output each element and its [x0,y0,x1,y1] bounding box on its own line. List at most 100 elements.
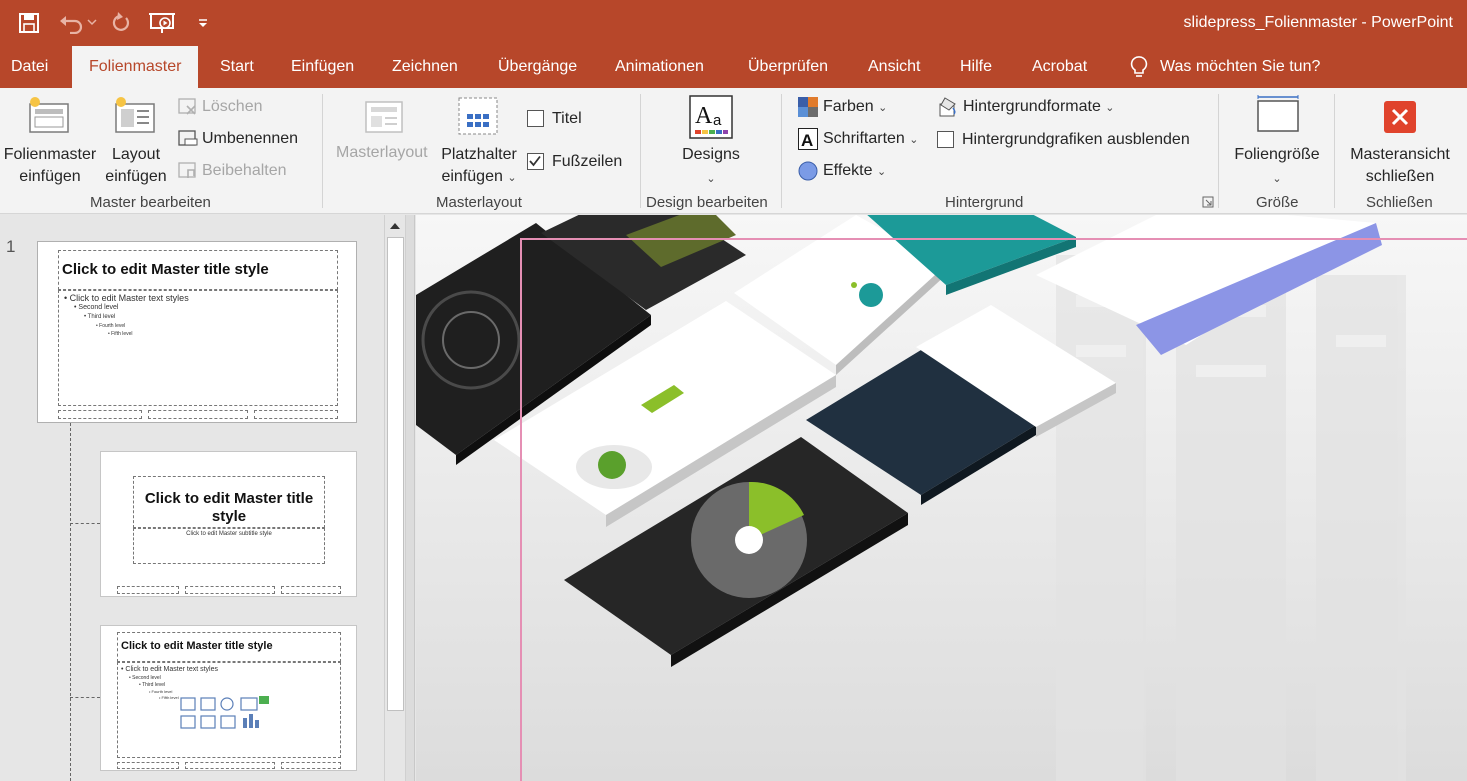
fonts-label-text: Schriftarten [823,130,905,147]
colors-label: Farben ⌄ [823,98,887,116]
hide-background-label: Hintergrundgrafiken ausblenden [962,131,1190,148]
chevron-down-icon: ⌄ [507,172,517,184]
insert-placeholder-label-1: Platzhalter [441,146,517,163]
insert-master-label-1: Folienmaster [3,146,97,163]
checkmark-icon [529,155,541,167]
designs-label: Designs [682,146,740,163]
customize-qat-icon[interactable] [194,9,212,37]
dialog-launcher-icon[interactable] [1202,196,1214,208]
tree-connector [70,523,100,524]
slide-size-label: Foliengröße [1234,146,1320,163]
chevron-down-icon: ⌄ [1105,102,1115,114]
slide-thumbnail-panel[interactable]: 1 Click to edit Master title style • Cli… [0,215,384,781]
date-placeholder [117,586,179,594]
undo-icon[interactable] [56,9,100,37]
tree-connector [70,697,100,698]
chevron-down-icon: ⌄ [1272,173,1282,185]
insert-placeholder-label-2-text: einfügen [441,168,503,185]
group-separator [781,94,782,208]
colors-label-text: Farben [823,98,874,115]
master-title-text: Click to edit Master title style [62,261,269,278]
thumbnail-content-layout[interactable]: Click to edit Master title style • Click… [100,625,357,771]
footer-placeholder [185,586,275,594]
title-checkbox-box[interactable] [527,110,544,127]
master-level-1: • Click to edit Master text styles [64,293,189,303]
ribbon: Folienmaster einfügen Layout einfügen Lö… [0,88,1467,214]
hide-background-checkbox-box[interactable] [937,131,954,148]
insert-master-icon [29,97,69,133]
tab-hilfe[interactable]: Hilfe [960,46,992,88]
tab-acrobat[interactable]: Acrobat [1032,46,1087,88]
svg-text:A: A [801,131,813,150]
master-level-1-text: Click to edit Master text styles [69,293,189,303]
group-label-hintergrund: Hintergrund [945,194,1024,211]
slideshow-icon[interactable] [148,9,178,37]
content-insert-icons [180,696,269,729]
tab-start[interactable]: Start [220,46,254,88]
tab-folienmaster[interactable]: Folienmaster [72,46,199,88]
insert-master-label-2: einfügen [19,168,81,185]
background-styles-label-text: Hintergrundformate [963,98,1101,115]
group-label-master-bearbeiten: Master bearbeiten [90,194,211,211]
preserve-icon [178,162,196,178]
tab-zeichnen[interactable]: Zeichnen [392,46,458,88]
insert-layout-label-2: einfügen [105,168,167,185]
tab-datei[interactable]: Datei [11,46,48,88]
close-master-label-2: schließen [1365,168,1435,185]
slide-number: 1 [6,237,16,256]
lightbulb-icon [1130,56,1148,77]
insert-layout-icon [115,97,155,133]
redo-icon[interactable] [108,9,134,37]
tell-me-search[interactable]: Was möchten Sie tun? [1130,46,1320,88]
tab-einfuegen[interactable]: Einfügen [291,46,354,88]
rename-label: Umbenennen [202,130,299,147]
insert-placeholder-label-2: einfügen ⌄ [434,166,524,189]
content-layout-title-text: Click to edit Master title style [121,640,273,652]
subtitle-text: Click to edit Master subtitle style [186,531,272,537]
delete-label: Löschen [202,98,263,115]
title-layout-title-text: Click to edit Master title style [144,490,314,525]
tab-ueberpruefen[interactable]: Überprüfen [748,46,828,88]
fonts-label: Schriftarten ⌄ [823,130,918,148]
thumbnail-scrollbar[interactable] [384,215,406,781]
footer-checkbox-box[interactable] [527,153,544,170]
footer-checkbox-label: Fußzeilen [552,153,623,170]
thumbnail-slide-master[interactable]: Click to edit Master title style • Click… [37,241,357,423]
title-checkbox-label: Titel [552,110,582,127]
save-icon[interactable] [16,9,42,37]
tree-connector [70,423,71,781]
tab-ansicht[interactable]: Ansicht [868,46,920,88]
chevron-down-icon: ⌄ [909,134,919,146]
group-separator [322,94,323,208]
close-master-label-1: Masteransicht [1350,146,1450,163]
effects-label-text: Effekte [823,162,873,179]
chevron-down-icon: ⌄ [706,173,716,185]
content-level-5-text: Fifth level [161,695,179,700]
colors-icon [798,97,818,117]
master-level-3-text: Third level [87,314,116,320]
thumbnail-title-layout[interactable]: Click to edit Master title style Click t… [100,451,357,597]
slide-number-placeholder [254,410,338,419]
scrollbar-thumb[interactable] [387,237,404,711]
slide-size-icon [1257,95,1299,132]
date-placeholder [117,762,179,769]
group-label-groesse: Größe [1256,194,1299,211]
delete-icon [178,98,196,115]
tab-uebergaenge[interactable]: Übergänge [498,46,577,88]
master-layout-icon [365,101,403,133]
slide-editing-canvas[interactable] [416,215,1467,781]
insert-placeholder-icon [458,97,498,135]
master-layout-label: Masterlayout [336,144,428,161]
designs-icon: A a [689,95,733,139]
footer-placeholder [185,762,275,769]
fonts-icon: A [798,128,818,150]
close-icon [1384,101,1416,133]
scroll-up-icon[interactable] [389,221,401,231]
panel-splitter[interactable] [406,215,415,781]
background-styles-label: Hintergrundformate ⌄ [963,98,1115,116]
document-title: slidepress_Folienmaster - PowerPoint [1183,14,1453,31]
tab-animationen[interactable]: Animationen [615,46,704,88]
group-separator [1334,94,1335,208]
group-separator [1218,94,1219,208]
group-separator [640,94,641,208]
